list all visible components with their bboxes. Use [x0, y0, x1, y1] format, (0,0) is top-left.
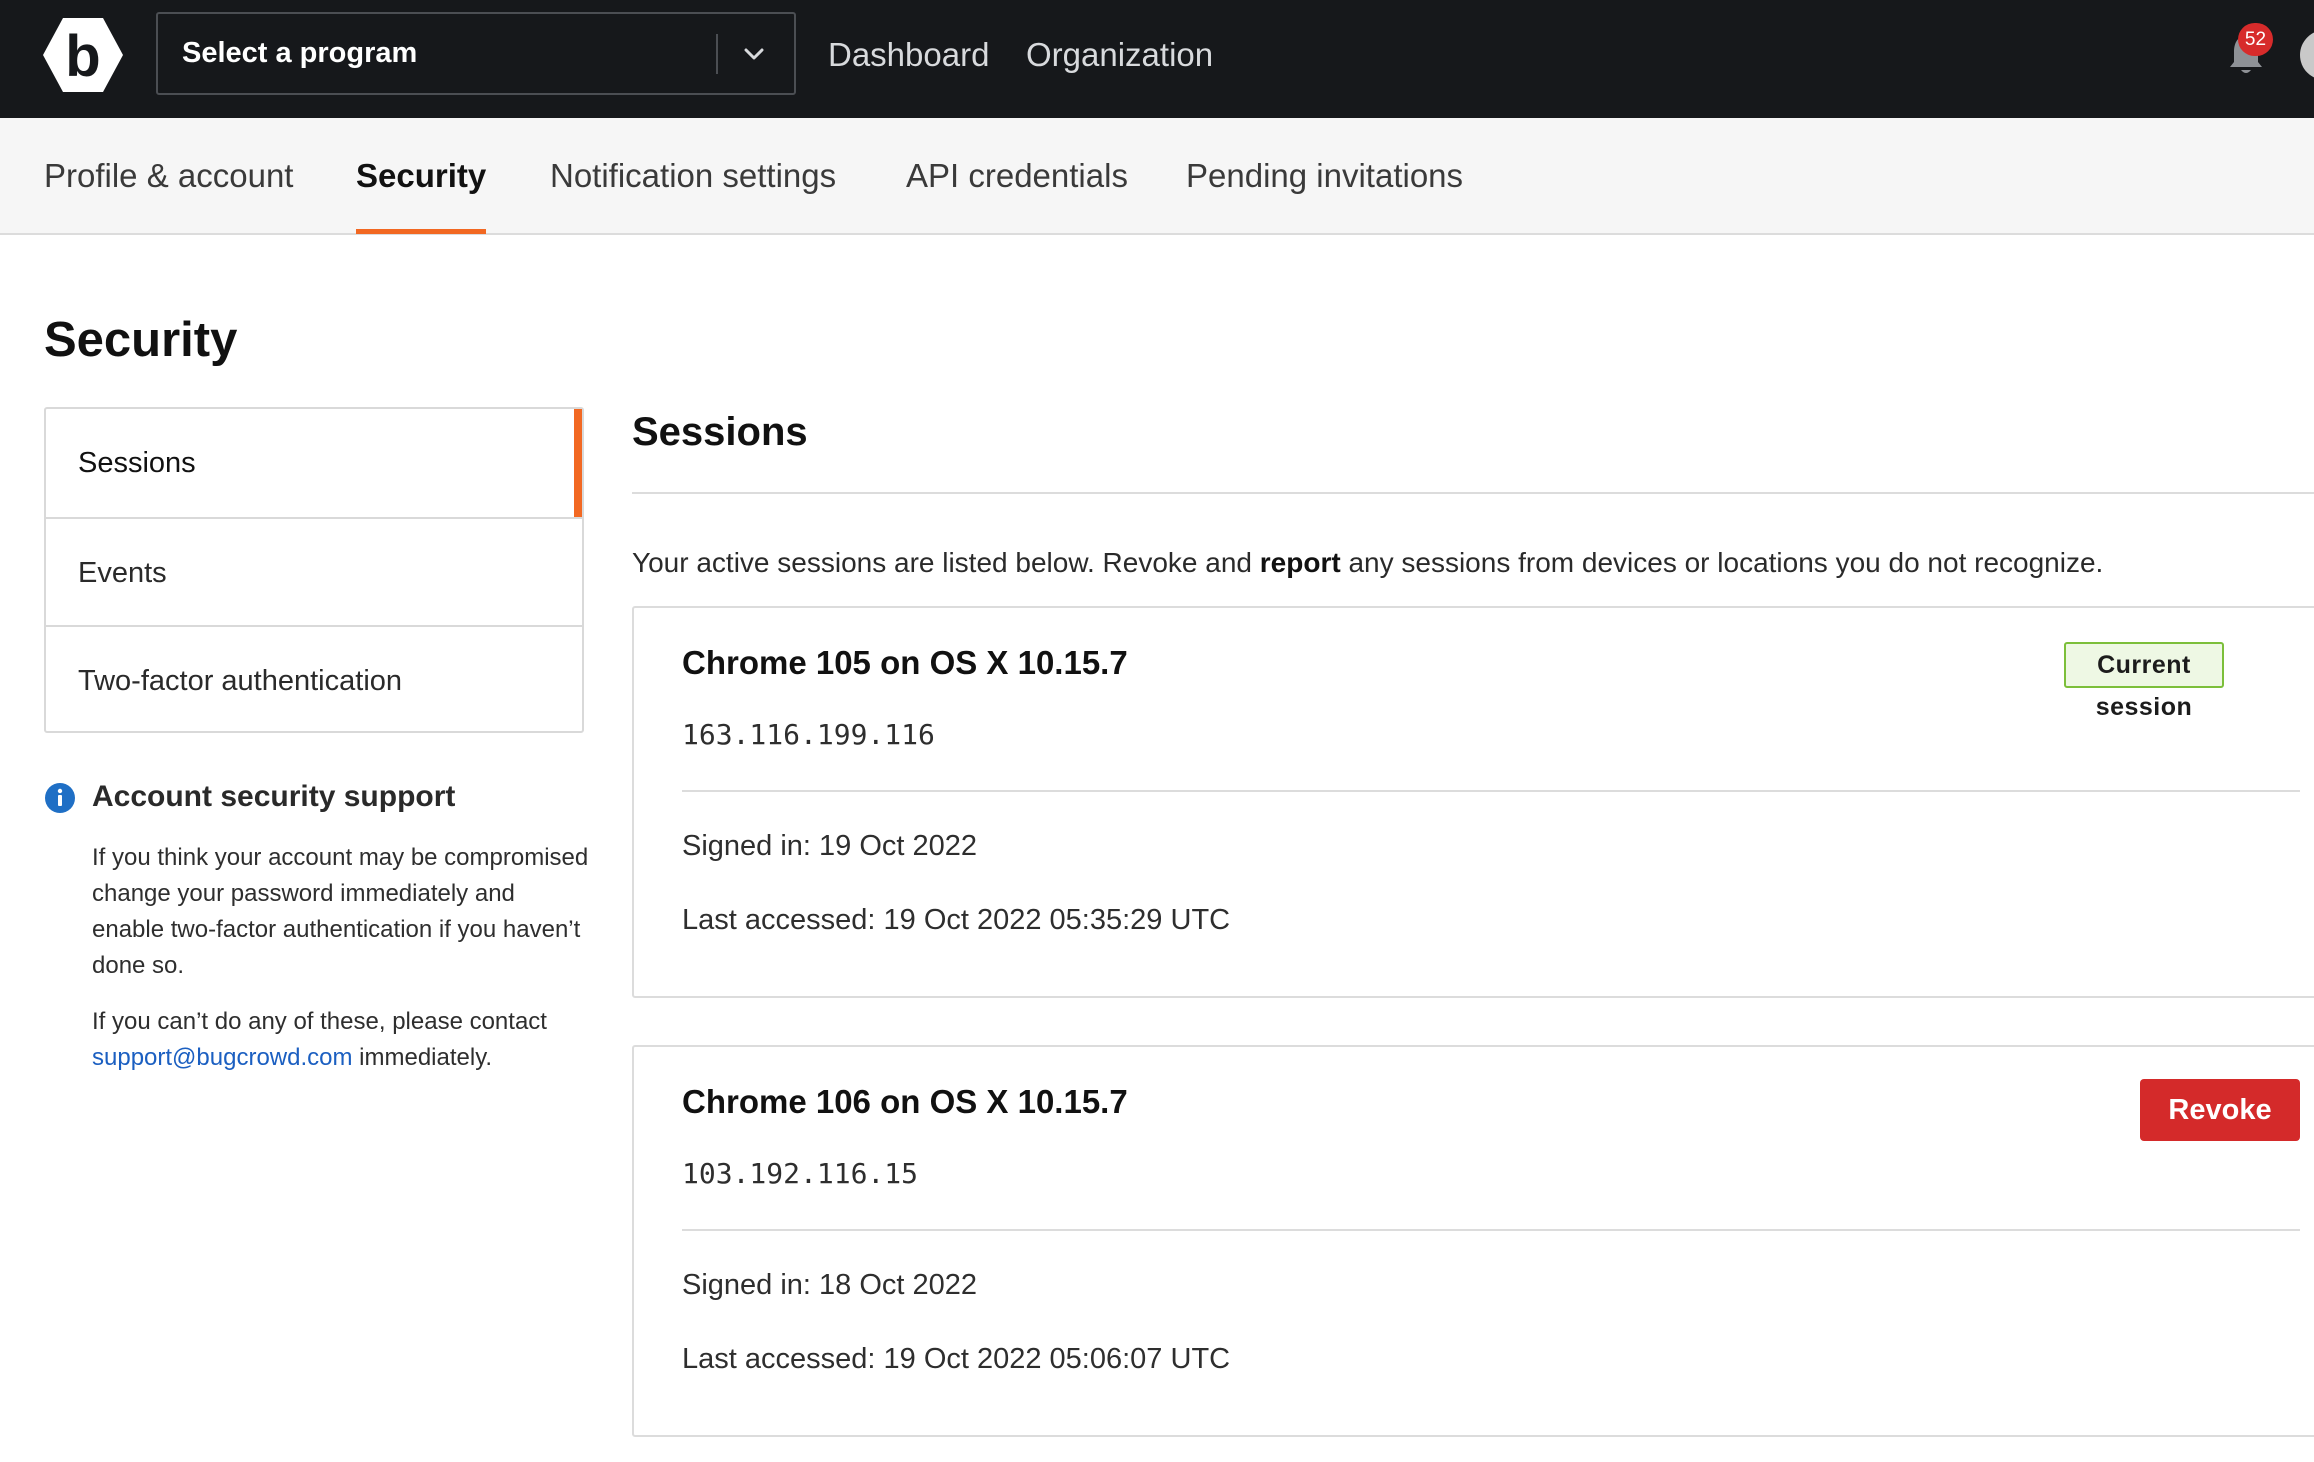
program-select[interactable]: Select a program [156, 12, 796, 95]
tab-profile-account[interactable]: Profile & account [44, 118, 293, 233]
session-ip-address: 163.116.199.116 [682, 718, 935, 751]
account-security-support-title: Account security support [92, 780, 456, 813]
session-card-divider [682, 1229, 2300, 1231]
sessions-intro: Your active sessions are listed below. R… [632, 547, 2103, 579]
support-contact-suffix: immediately. [359, 1044, 493, 1071]
svg-text:b: b [65, 24, 100, 89]
nav-organization-link[interactable]: Organization [1026, 0, 1213, 110]
session-card: Chrome 106 on OS X 10.15.7 103.192.116.1… [632, 1045, 2314, 1437]
tab-notification-settings[interactable]: Notification settings [550, 118, 836, 233]
sessions-heading-divider [632, 492, 2314, 494]
top-bar: b Select a program Dashboard Organizatio… [0, 0, 2314, 118]
side-menu-item-sessions[interactable]: Sessions [46, 409, 582, 517]
session-last-accessed: Last accessed: 19 Oct 2022 05:06:07 UTC [682, 1343, 1231, 1375]
security-side-menu: Sessions Events Two-factor authenticatio… [44, 407, 584, 733]
session-signed-in: Signed in: 19 Oct 2022 [682, 830, 978, 862]
sessions-heading: Sessions [632, 410, 808, 454]
program-select-label: Select a program [182, 37, 418, 69]
session-device-title: Chrome 106 on OS X 10.15.7 [682, 1083, 1128, 1120]
chevron-down-icon[interactable] [740, 42, 768, 66]
session-ip-address: 103.192.116.15 [682, 1157, 919, 1190]
bugcrowd-logo-icon[interactable]: b [42, 16, 124, 94]
program-select-divider [716, 34, 718, 74]
current-session-badge: Current session [2064, 642, 2224, 721]
tab-api-credentials[interactable]: API credentials [906, 118, 1128, 233]
sessions-intro-prefix: Your active sessions are listed below. R… [632, 547, 1252, 578]
side-menu-item-two-factor-authentication[interactable]: Two-factor authentication [46, 627, 582, 735]
session-last-accessed: Last accessed: 19 Oct 2022 05:35:29 UTC [682, 904, 1231, 936]
support-text-contact: If you can’t do any of these, please con… [92, 1004, 592, 1076]
info-icon [45, 783, 75, 813]
tab-security[interactable]: Security [356, 118, 487, 234]
session-card-divider [682, 790, 2300, 792]
side-menu-item-events[interactable]: Events [46, 519, 582, 627]
session-signed-in: Signed in: 18 Oct 2022 [682, 1269, 978, 1301]
support-text-compromised: If you think your account may be comprom… [92, 844, 589, 979]
support-contact-prefix: If you can’t do any of these, please con… [92, 1008, 547, 1035]
sessions-intro-bold: report [1259, 547, 1341, 578]
avatar[interactable] [2300, 30, 2314, 80]
sessions-intro-suffix: any sessions from devices or locations y… [1348, 547, 2104, 578]
support-email-link[interactable]: support@bugcrowd.com [92, 1044, 352, 1071]
nav-dashboard-link[interactable]: Dashboard [828, 0, 989, 110]
settings-tab-bar: Profile & account Security Notification … [0, 118, 2314, 235]
session-card: Chrome 105 on OS X 10.15.7 163.116.199.1… [632, 606, 2314, 998]
notification-count-badge: 52 [2238, 23, 2273, 56]
tab-pending-invitations[interactable]: Pending invitations [1186, 118, 1463, 233]
page-title: Security [44, 313, 238, 367]
session-device-title: Chrome 105 on OS X 10.15.7 [682, 644, 1128, 681]
revoke-session-button[interactable]: Revoke [2140, 1079, 2300, 1141]
